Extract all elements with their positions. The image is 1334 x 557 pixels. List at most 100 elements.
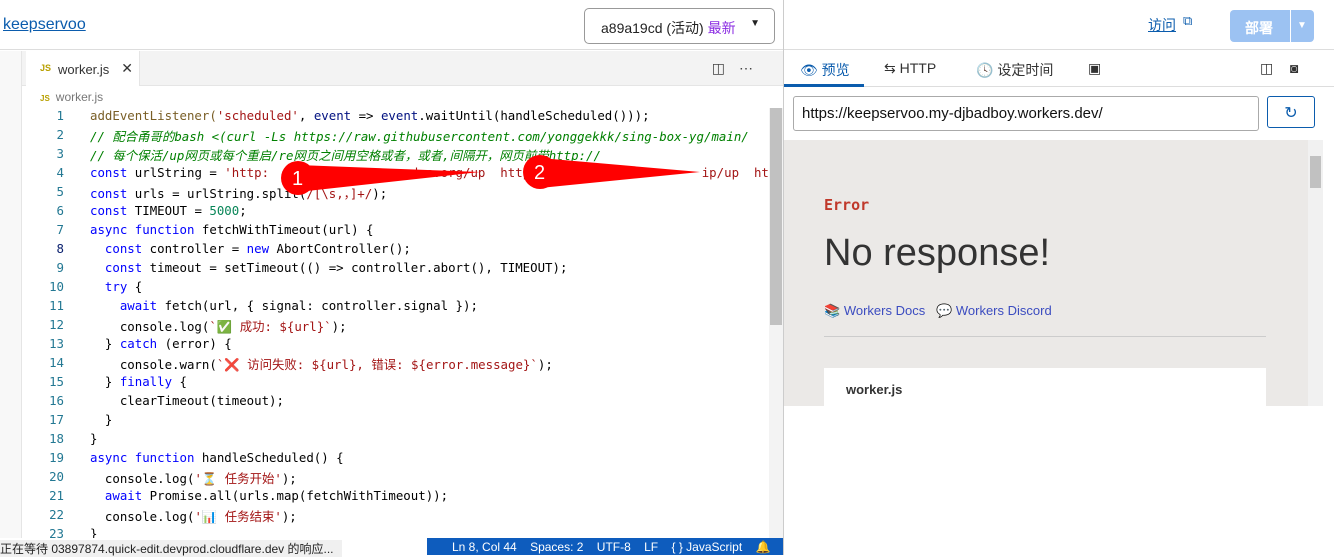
line-number: 19 (49, 450, 64, 465)
project-link[interactable]: keepservoo (3, 16, 86, 34)
line-number: 5 (56, 184, 64, 199)
line-number: 8 (56, 241, 64, 256)
line-text: } (90, 526, 97, 538)
code-token: new (246, 241, 270, 256)
code-token: event (313, 108, 352, 123)
code-token: (url) { (321, 222, 374, 237)
code-token: await (90, 488, 143, 503)
version-select[interactable]: a89a19cd (活动) 最新 ▼ (584, 8, 775, 44)
code-token: controller = (142, 241, 247, 256)
workers-discord-link[interactable]: Workers Discord (956, 303, 1052, 318)
code-line: 21 await Promise.all(urls.map(fetchWithT… (22, 488, 768, 507)
line-number: 10 (49, 279, 64, 294)
tab-worker-js[interactable]: JS worker.js ✕ (26, 51, 140, 86)
line-number: 11 (49, 298, 64, 313)
code-line: 9 const timeout = setTimeout(() => contr… (22, 260, 768, 279)
code-line: 8 const controller = new AbortController… (22, 241, 768, 260)
annotation-arrows: 1 2 (281, 155, 700, 195)
line-text: console.log('⏳ 任务开始'); (90, 469, 297, 487)
code-token: const (90, 186, 128, 201)
scrollbar-thumb[interactable] (1310, 156, 1321, 188)
code-line: 23} (22, 526, 768, 538)
workers-docs-link[interactable]: Workers Docs (844, 303, 925, 318)
terminal-icon[interactable]: ▣ (1088, 60, 1101, 77)
code-line: 6 const TIMEOUT = 5000; (22, 203, 768, 222)
js-file-icon: JS (40, 94, 50, 103)
line-number: 22 (49, 507, 64, 522)
status-bar: 正在等待 03897874.quick-edit.devprod.cloudfl… (0, 538, 783, 557)
code-token: Promise.all(urls.map(fetchWithTimeout)); (142, 488, 449, 503)
line-text: const TIMEOUT = 5000; (90, 203, 247, 218)
code-token: clearTimeout(timeout); (90, 393, 284, 408)
line-number: 15 (49, 374, 64, 389)
code-line: 15 } finally { (22, 374, 768, 393)
code-token: addEventListener( (90, 108, 217, 123)
code-token: event (380, 108, 419, 123)
deploy-button[interactable]: 部署 ▼ (1230, 10, 1314, 42)
code-token: catch (119, 336, 158, 351)
line-number: 6 (56, 203, 64, 218)
deploy-dropdown[interactable]: ▼ (1290, 10, 1314, 42)
chat-icon: 💬 (936, 303, 953, 318)
top-bar: keepservoo a89a19cd (活动) 最新 ▼ 访问 ⧉ 部署 ▼ (0, 0, 1334, 50)
line-number: 9 (56, 260, 64, 275)
code-token: (error) { (157, 336, 232, 351)
split-editor-icon[interactable]: ◫ (712, 60, 739, 76)
tab-label: worker.js (58, 62, 110, 77)
line-number: 14 (49, 355, 64, 370)
line-number: 18 (49, 431, 64, 446)
line-text: } (90, 431, 97, 446)
code-token: const (90, 260, 143, 275)
code-token: fetchWithTimeout (194, 222, 322, 237)
line-text: async function fetchWithTimeout(url) { (90, 222, 373, 237)
more-icon[interactable]: ⋯ (739, 60, 767, 76)
arrow-2 (540, 158, 700, 188)
line-number: 1 (56, 108, 64, 123)
code-token: urlString = (127, 165, 225, 180)
close-icon[interactable]: ✕ (121, 60, 133, 77)
eol[interactable]: LF (644, 540, 658, 554)
tab-label: 预览 (821, 62, 850, 78)
code-token: '⏳ 任务开始' (194, 471, 282, 486)
code-token: console.log( (90, 319, 210, 334)
line-number: 2 (56, 127, 64, 142)
encoding[interactable]: UTF-8 (597, 540, 631, 554)
marker-2-label: 2 (534, 162, 545, 184)
language-mode[interactable]: { } JavaScript (671, 540, 742, 554)
line-number: 20 (49, 469, 64, 484)
code-token: } (90, 374, 120, 389)
breadcrumb[interactable]: JS worker.js (40, 90, 103, 104)
preview-tabs: 👁 预览 ⇆ HTTP 🕓 设定时间 ▣ ◫ ◙ (784, 51, 1334, 87)
bell-icon[interactable]: 🔔 (756, 540, 771, 554)
indentation[interactable]: Spaces: 2 (530, 540, 583, 554)
editor-tabs: JS worker.js ✕ ◫⋯ (22, 51, 783, 86)
code-token: => (351, 108, 381, 123)
status-items: Ln 8, Col 44 Spaces: 2 UTF-8 LF { } Java… (427, 538, 783, 555)
deploy-label: 部署 (1245, 20, 1273, 36)
code-token: , (298, 108, 314, 123)
tab-preview[interactable]: 👁 预览 (800, 60, 850, 80)
refresh-icon: ↻ (1284, 105, 1298, 122)
line-number: 13 (49, 336, 64, 351)
editor-scrollbar[interactable] (769, 108, 783, 538)
tab-http[interactable]: ⇆ HTTP (884, 60, 936, 77)
code-token: console.log( (90, 471, 195, 486)
line-text: console.log('📊 任务结束'); (90, 507, 297, 525)
refresh-button[interactable]: ↻ (1267, 96, 1315, 128)
cursor-position[interactable]: Ln 8, Col 44 (452, 540, 517, 554)
preview-scrollbar[interactable] (1308, 140, 1323, 406)
preview-url-input[interactable]: https://keepservoo.my-djbadboy.workers.d… (793, 96, 1259, 131)
latest-badge: 最新 (707, 20, 736, 36)
arrows-icon: ⇆ (884, 60, 896, 76)
visit-link[interactable]: 访问 (1148, 15, 1176, 35)
line-number: 4 (56, 165, 64, 180)
status-message: 正在等待 03897874.quick-edit.devprod.cloudfl… (0, 540, 342, 557)
tab-schedule[interactable]: 🕓 设定时间 (976, 60, 1053, 80)
scrollbar-thumb[interactable] (770, 108, 782, 325)
discord-icon[interactable]: ◙ (1290, 60, 1298, 76)
code-token: AbortController(); (269, 241, 411, 256)
code-token: timeout = setTimeout(() => controller.ab… (142, 260, 568, 275)
panel-layout-icon[interactable]: ◫ (1260, 60, 1273, 77)
line-number: 3 (56, 146, 64, 161)
code-token: fetch(url, { signal: controller.signal }… (157, 298, 478, 313)
